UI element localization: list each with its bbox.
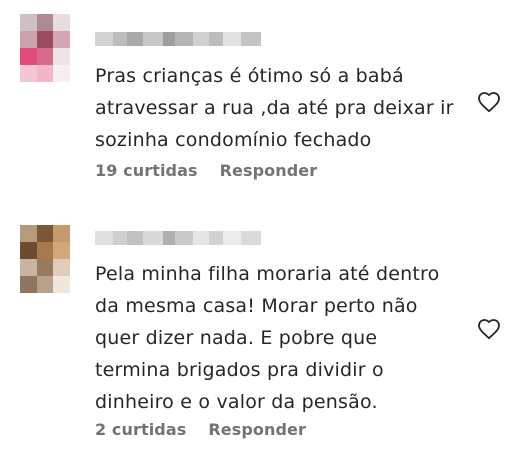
avatar-pixel <box>20 259 37 276</box>
heart-icon[interactable] <box>476 90 502 114</box>
avatar-pixel <box>20 14 37 31</box>
avatar-pixel <box>53 48 70 65</box>
username-blur-block <box>113 32 127 46</box>
avatar-pixel <box>53 276 70 293</box>
username-blur-block <box>241 231 261 245</box>
avatar[interactable] <box>20 14 70 82</box>
username-blur-block <box>223 231 241 245</box>
comment-item: Pela minha filha moraria até dentro da m… <box>0 225 530 455</box>
avatar-pixel <box>53 65 70 82</box>
avatar-pixel <box>36 65 54 82</box>
username-blur-block <box>113 231 127 245</box>
avatar-pixel <box>36 48 54 65</box>
username-blur-block <box>163 32 175 46</box>
username-blur-block <box>143 32 163 46</box>
username-blur-block <box>209 231 223 245</box>
username-blur-block <box>193 231 209 245</box>
username-blur-block <box>241 32 261 46</box>
reply-button[interactable]: Responder <box>220 161 318 180</box>
avatar-pixel <box>53 259 70 276</box>
comment-text: Pela minha filha moraria até dentro da m… <box>95 263 440 413</box>
username-blur-block <box>143 231 163 245</box>
avatar-pixel <box>20 48 37 65</box>
username-blur-block <box>175 231 193 245</box>
avatar-pixel <box>53 14 70 31</box>
avatar-pixel <box>36 31 54 48</box>
username-blur-block <box>127 32 143 46</box>
avatar-pixel <box>53 242 70 259</box>
like-count[interactable]: 19 curtidas <box>95 161 198 180</box>
username-blur-block <box>127 231 143 245</box>
avatar-pixel <box>36 14 54 31</box>
username-redacted[interactable] <box>95 231 261 245</box>
heart-icon[interactable] <box>476 317 502 341</box>
like-count[interactable]: 2 curtidas <box>95 420 186 439</box>
avatar-pixel <box>36 225 54 242</box>
avatar-pixel <box>53 31 70 48</box>
avatar-pixel <box>20 31 37 48</box>
username-blur-block <box>223 32 241 46</box>
username-blur-block <box>95 32 113 46</box>
username-blur-block <box>209 32 223 46</box>
avatar-pixel <box>20 242 37 259</box>
avatar-pixel <box>53 225 70 242</box>
username-blur-block <box>193 32 209 46</box>
comment-item: Pras crianças é ótimo só a babá atravess… <box>0 14 530 194</box>
avatar-pixel <box>36 259 54 276</box>
avatar-pixel <box>36 242 54 259</box>
avatar-pixel <box>36 276 54 293</box>
avatar[interactable] <box>20 225 70 293</box>
comment-meta: 2 curtidas Responder <box>95 420 306 439</box>
comment-meta: 19 curtidas Responder <box>95 161 317 180</box>
reply-button[interactable]: Responder <box>208 420 306 439</box>
avatar-pixel <box>20 225 37 242</box>
username-blur-block <box>163 231 175 245</box>
avatar-pixel <box>20 65 37 82</box>
username-redacted[interactable] <box>95 32 261 46</box>
username-blur-block <box>95 231 113 245</box>
comment-text: Pras crianças é ótimo só a babá atravess… <box>95 65 454 151</box>
avatar-pixel <box>20 276 37 293</box>
username-blur-block <box>175 32 193 46</box>
